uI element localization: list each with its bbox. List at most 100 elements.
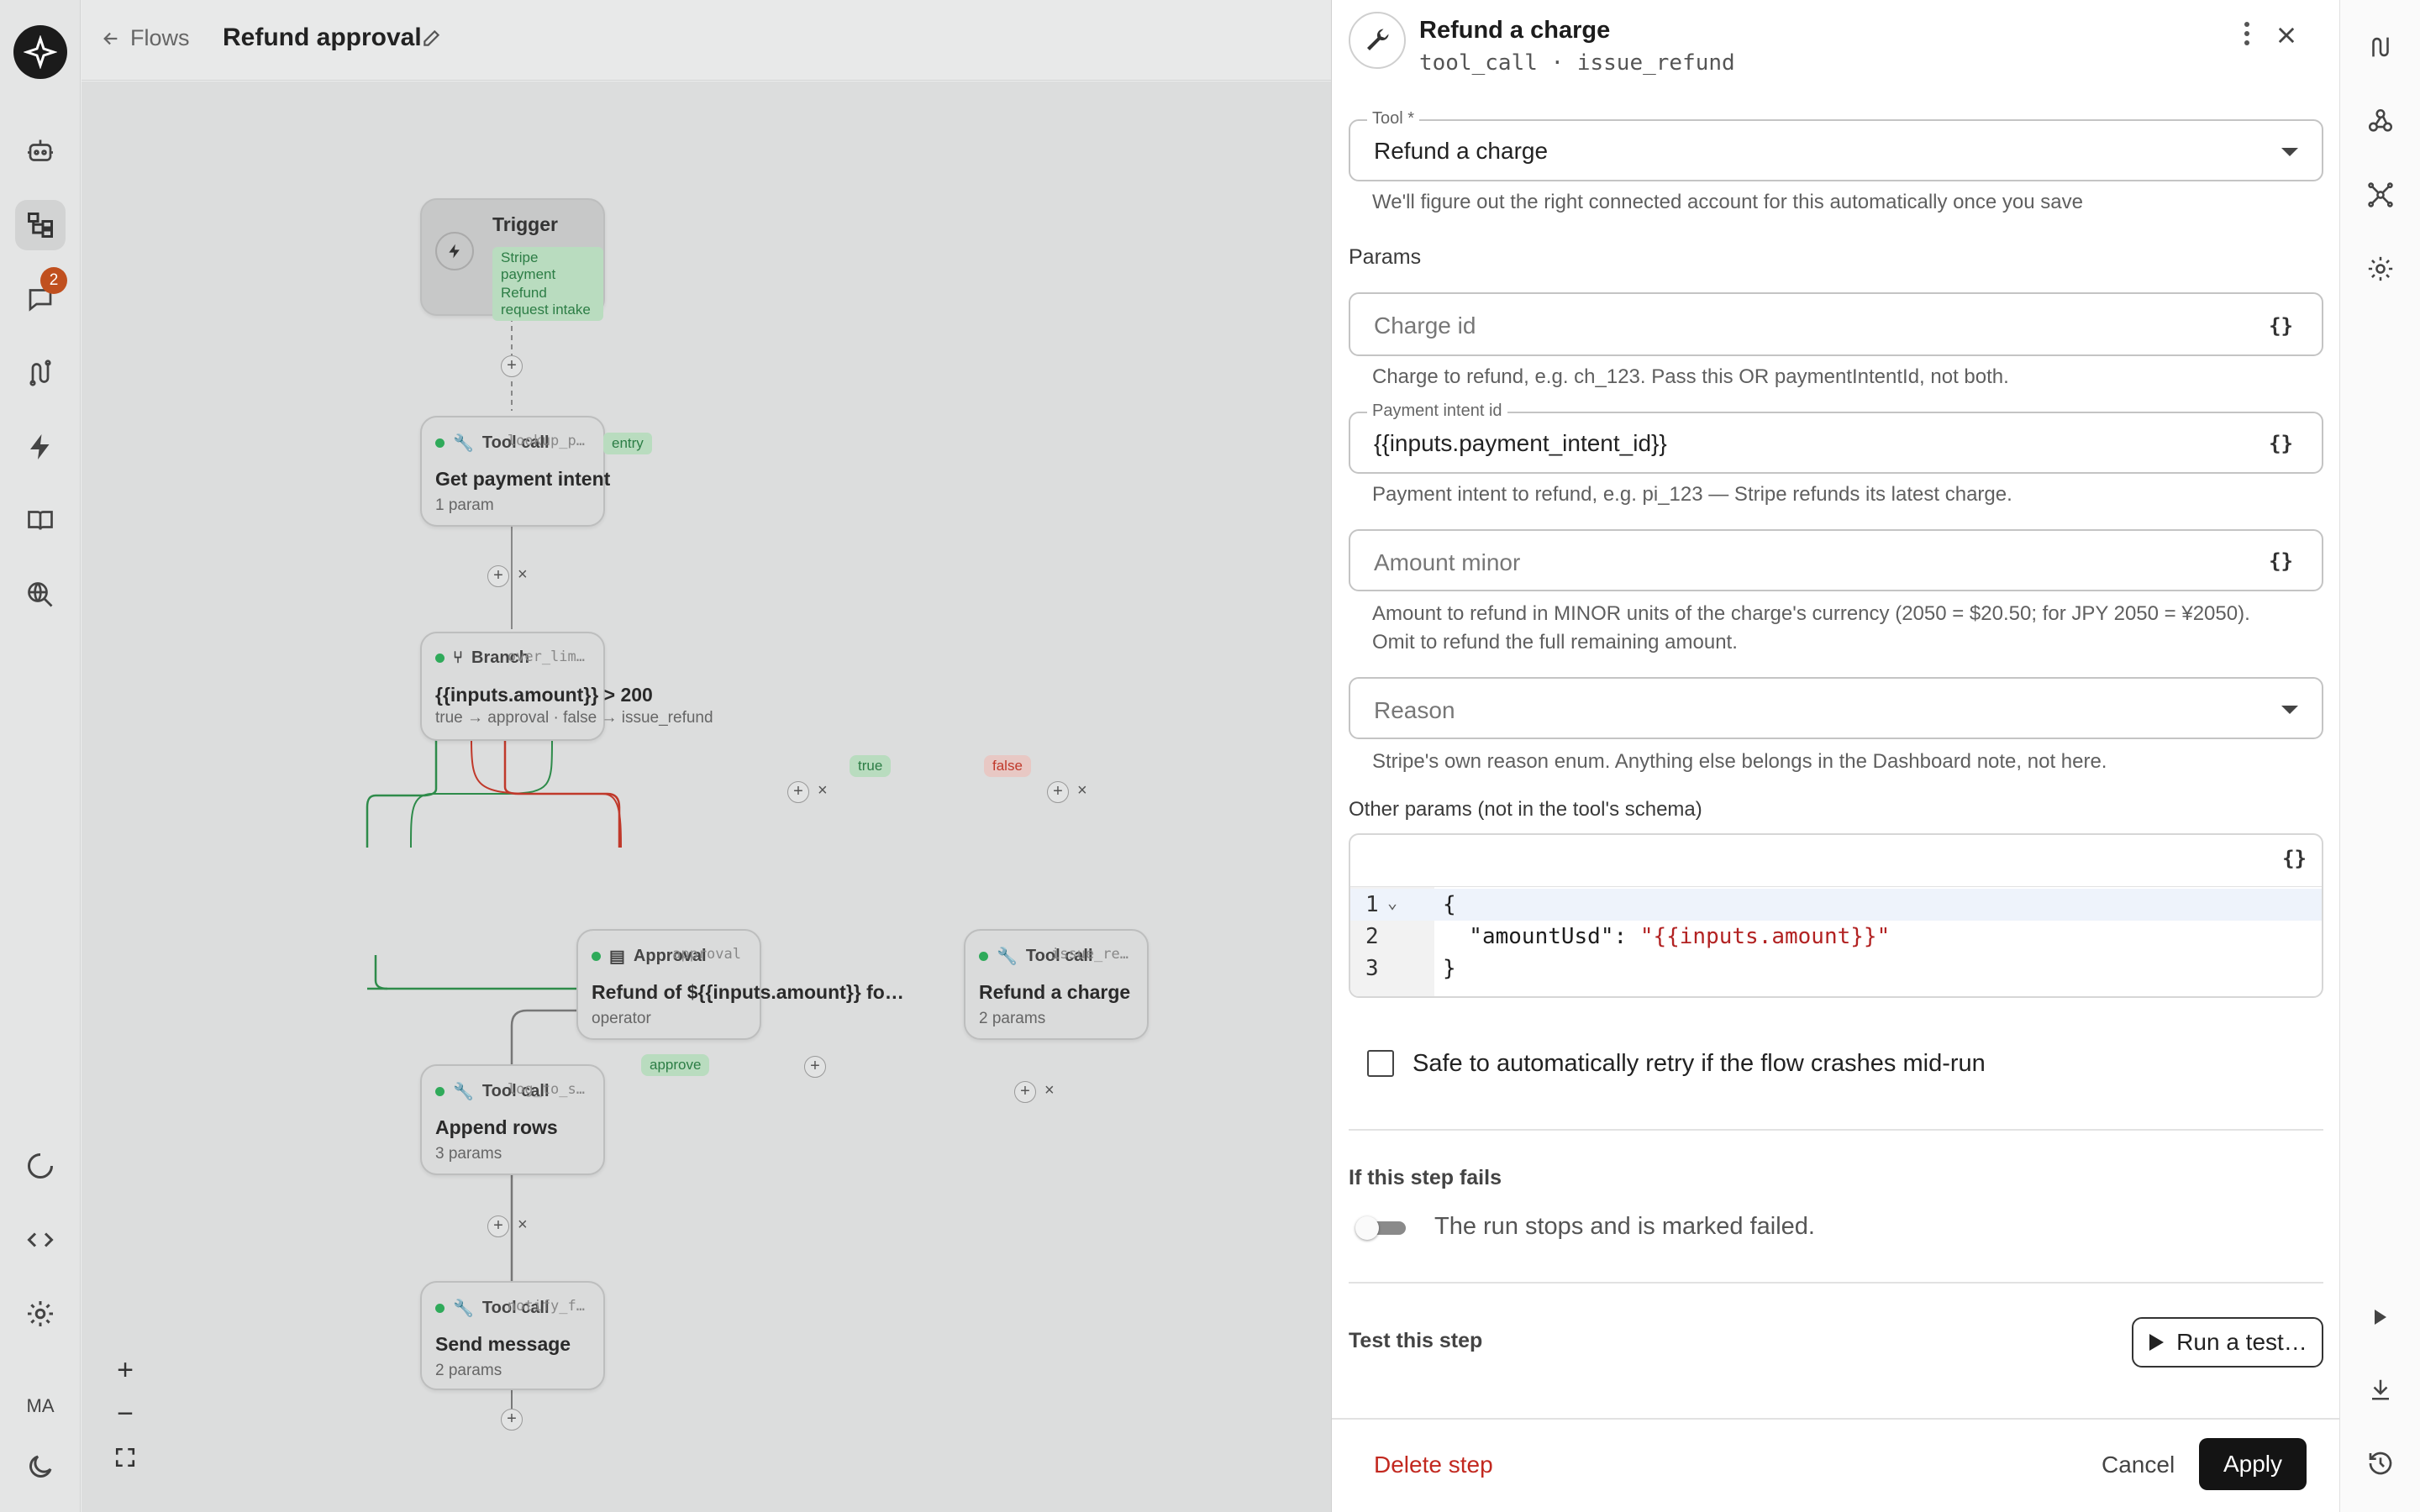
remove-edge-button[interactable]: ×: [518, 565, 528, 585]
wrench-icon: 🔧: [997, 948, 1018, 966]
node-id: approval: [672, 946, 741, 963]
refund-node[interactable]: 🔧 Tool call issue_re… Refund a charge 2 p…: [964, 929, 1149, 1040]
fit-view-button[interactable]: [102, 1437, 149, 1478]
node-title: Send message: [435, 1333, 571, 1355]
history-icon[interactable]: [2362, 1445, 2399, 1482]
reason-placeholder: Reason: [1374, 697, 1455, 723]
tool-helper: We'll figure out the right connected acc…: [1372, 191, 2083, 213]
fail-toggle[interactable]: [1355, 1216, 1406, 1240]
loader-icon[interactable]: [15, 1141, 66, 1191]
pencil-icon[interactable]: [421, 27, 443, 53]
step-editor-panel: Refund a charge tool_call · issue_refund…: [1331, 0, 2340, 1512]
add-step-button[interactable]: +: [487, 565, 509, 587]
fit-view-icon: [115, 1447, 135, 1467]
chat-icon[interactable]: 2: [15, 267, 67, 324]
trigger-node[interactable]: Trigger Stripe payment succeeded Refund …: [420, 198, 605, 321]
tool-call-node[interactable]: 🔧 Tool call notify_f… Send message 2 para…: [420, 1281, 605, 1390]
search-globe-icon[interactable]: [15, 570, 66, 620]
retry-checkbox[interactable]: [1367, 1050, 1394, 1077]
tool-value: Refund a charge: [1374, 138, 1549, 164]
tool-call-node[interactable]: 🔧 Tool call entry lookup_p… Get payment i…: [420, 416, 652, 527]
remove-edge-button[interactable]: ×: [1044, 1081, 1055, 1100]
reason-select[interactable]: Reason: [1349, 677, 2323, 739]
tool-call-node[interactable]: 🔧 Tool call log_to_s… Append rows 3 param…: [420, 1064, 605, 1175]
delete-step-button[interactable]: Delete step: [1374, 1452, 1493, 1478]
node-id: log_to_s…: [507, 1081, 585, 1098]
approval-node[interactable]: ▤ Approval approval Refund of ${{inputs.a…: [576, 929, 911, 1040]
moon-icon[interactable]: [15, 1441, 66, 1492]
node-id: issue_re…: [1050, 946, 1128, 963]
webhook-icon[interactable]: [2362, 102, 2399, 139]
other-params-editor[interactable]: {} 1 ⌄ 2 3 { "amountUsd": "{{inputs.amou…: [1349, 833, 2323, 998]
wrench-icon: 🔧: [453, 1083, 474, 1101]
close-button[interactable]: [2270, 18, 2303, 52]
remove-edge-button[interactable]: ×: [1077, 781, 1087, 801]
amount-minor-helper: Amount to refund in MINOR units of the c…: [1372, 602, 2250, 625]
approval-icon: ▤: [609, 948, 625, 966]
status-dot: [592, 952, 601, 961]
more-vertical-icon: [2244, 22, 2249, 45]
routes-icon[interactable]: [2362, 29, 2399, 66]
add-step-button[interactable]: +: [787, 781, 809, 803]
fold-chevron-icon[interactable]: ⌄: [1387, 892, 1397, 912]
app-logo[interactable]: [13, 25, 67, 79]
routes-icon[interactable]: [15, 348, 66, 398]
wrench-icon: 🔧: [453, 1299, 474, 1318]
download-icon[interactable]: [2362, 1371, 2399, 1408]
gear-icon[interactable]: [2362, 250, 2399, 287]
run-test-button[interactable]: Run a test…: [2132, 1317, 2323, 1368]
back-link-label: Flows: [130, 25, 190, 50]
back-to-flows-link[interactable]: Flows: [102, 25, 190, 51]
tool-label: Tool *: [1367, 109, 1420, 129]
add-step-button[interactable]: +: [1047, 781, 1069, 803]
flows-icon[interactable]: [15, 200, 66, 250]
zoom-in-button[interactable]: +: [102, 1350, 149, 1390]
branch-node[interactable]: ⑂ Branch over_lim… {{inputs.amount}} > 20…: [420, 632, 713, 741]
node-title: Get payment intent: [435, 468, 611, 490]
gear-icon[interactable]: [15, 1289, 66, 1339]
json-value: "{{inputs.amount}}": [1639, 924, 1891, 949]
edge-label-false: false: [984, 755, 1031, 777]
node-title: Refund a charge: [979, 981, 1131, 1003]
more-options-button[interactable]: [2233, 18, 2261, 49]
active-line: [1350, 889, 2322, 921]
play-icon[interactable]: [2362, 1299, 2399, 1336]
right-rail: [2339, 0, 2420, 1512]
book-icon[interactable]: [15, 496, 66, 546]
editor-toolbar: {}: [1350, 835, 2322, 887]
apply-button[interactable]: Apply: [2199, 1438, 2307, 1490]
approval-edge: [82, 81, 1331, 1512]
line-number: 3: [1365, 956, 1379, 981]
remove-edge-button[interactable]: ×: [818, 781, 828, 801]
charge-id-field[interactable]: Charge id {}: [1349, 292, 2323, 356]
avatar[interactable]: MA: [15, 1381, 66, 1431]
bolt-icon[interactable]: [15, 422, 66, 472]
add-step-button[interactable]: +: [804, 1056, 826, 1078]
bolt-icon: [435, 232, 474, 270]
braces-icon[interactable]: {}: [2269, 314, 2293, 338]
payment-intent-label: Payment intent id: [1367, 402, 1507, 421]
add-step-button[interactable]: +: [501, 355, 523, 377]
amount-minor-field[interactable]: Amount minor {}: [1349, 529, 2323, 591]
panel-subtitle: tool_call · issue_refund: [1419, 50, 1735, 76]
cancel-button[interactable]: Cancel: [2102, 1452, 2175, 1478]
braces-icon[interactable]: {}: [2269, 432, 2293, 455]
flow-canvas[interactable]: Trigger Stripe payment succeeded Refund …: [82, 81, 1331, 1512]
status-dot: [435, 1087, 445, 1096]
braces-icon[interactable]: {}: [2282, 847, 2307, 870]
wrench-icon: 🔧: [453, 434, 474, 453]
remove-edge-button[interactable]: ×: [518, 1215, 528, 1235]
divider: [1349, 1282, 2323, 1284]
payment-intent-field[interactable]: Payment intent id {{inputs.payment_inten…: [1349, 402, 2323, 474]
zoom-out-button[interactable]: −: [102, 1394, 149, 1434]
add-step-button[interactable]: +: [487, 1215, 509, 1237]
tool-select[interactable]: Tool * Refund a charge: [1349, 109, 2323, 181]
braces-icon[interactable]: {}: [2269, 549, 2293, 573]
agent-icon[interactable]: [15, 126, 66, 176]
node-subtitle: operator: [592, 1010, 651, 1027]
add-step-button[interactable]: +: [501, 1409, 523, 1431]
node-subtitle: 3 params: [435, 1145, 502, 1163]
code-icon[interactable]: [15, 1215, 66, 1265]
add-step-button[interactable]: +: [1014, 1081, 1036, 1103]
network-icon[interactable]: [2362, 176, 2399, 213]
